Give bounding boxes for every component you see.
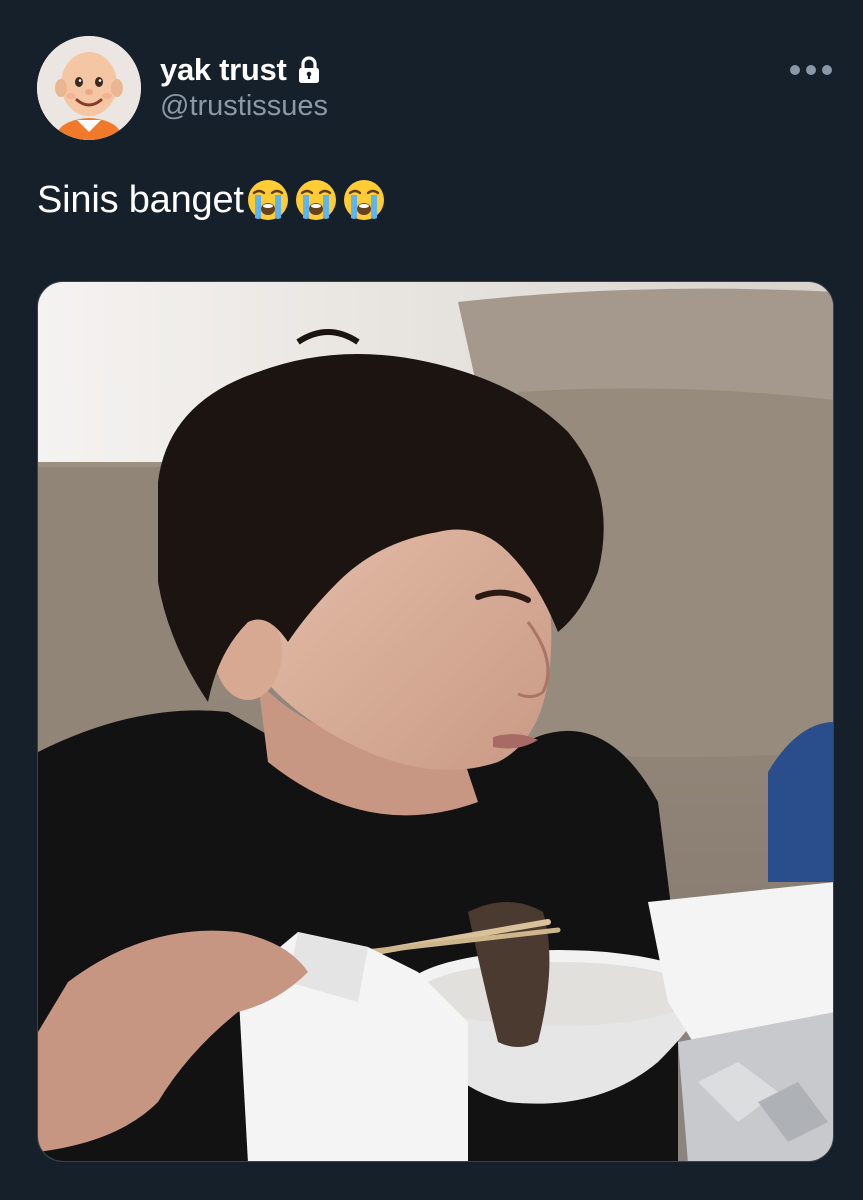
lock-icon bbox=[297, 56, 321, 84]
cartoon-avatar-icon bbox=[37, 36, 141, 140]
loudly-crying-face-icon bbox=[247, 180, 288, 220]
loudly-crying-face-icon bbox=[343, 180, 384, 220]
more-options-icon[interactable] bbox=[790, 62, 836, 78]
dot bbox=[806, 65, 816, 75]
dot bbox=[790, 65, 800, 75]
tweet-photo[interactable] bbox=[37, 281, 834, 1162]
emoji-row bbox=[246, 178, 386, 222]
display-name[interactable]: yak trust bbox=[160, 52, 287, 88]
author-info: yak trust @trustissues bbox=[160, 52, 328, 123]
handle[interactable]: @trustissues bbox=[160, 90, 328, 123]
tweet: yak trust @trustissues Sinis banget bbox=[0, 0, 863, 1200]
person-eating-noodles-photo bbox=[38, 282, 833, 1161]
tweet-text-body: Sinis banget bbox=[37, 178, 244, 221]
loudly-crying-face-icon bbox=[295, 180, 336, 220]
dot bbox=[822, 65, 832, 75]
avatar[interactable] bbox=[37, 36, 141, 140]
name-row: yak trust bbox=[160, 52, 328, 88]
tweet-text: Sinis banget bbox=[37, 178, 386, 222]
